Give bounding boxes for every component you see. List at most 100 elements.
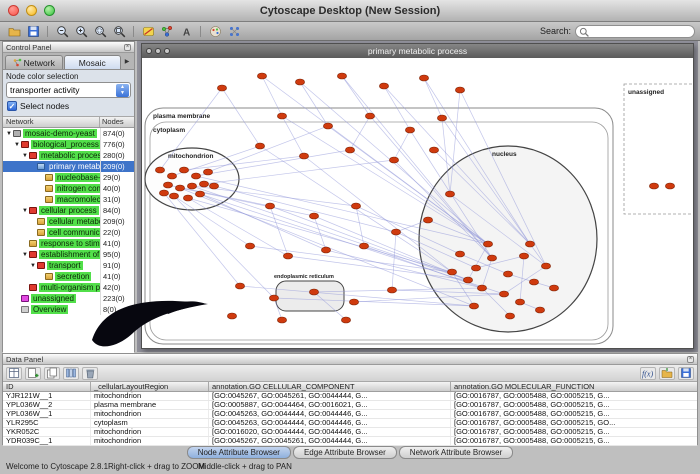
graph-node[interactable] xyxy=(345,147,354,153)
graph-node[interactable] xyxy=(227,313,236,319)
graph-node[interactable] xyxy=(429,147,438,153)
expander-icon[interactable]: ▼ xyxy=(13,142,21,148)
graph-node[interactable] xyxy=(309,213,318,219)
graph-node[interactable] xyxy=(389,157,398,163)
save-session-button[interactable] xyxy=(24,24,42,39)
select-attributes-button[interactable] xyxy=(6,367,22,380)
layout-button[interactable] xyxy=(225,24,243,39)
graph-node[interactable] xyxy=(245,243,254,249)
graph-node[interactable] xyxy=(277,317,286,323)
graph-node[interactable] xyxy=(209,183,218,189)
graph-node[interactable] xyxy=(179,167,188,173)
tree-item[interactable]: ▼establishment of l95(0) xyxy=(3,249,134,260)
graph-edge[interactable] xyxy=(350,116,370,150)
search-box[interactable] xyxy=(575,25,695,38)
tree-item[interactable]: macromolecule m31(0) xyxy=(3,194,134,205)
network-view-window[interactable]: primary metabolic process plasma membran… xyxy=(141,43,694,349)
graph-node[interactable] xyxy=(183,195,192,201)
graph-node[interactable] xyxy=(217,85,226,91)
graph-node[interactable] xyxy=(665,183,674,189)
graph-node[interactable] xyxy=(471,265,480,271)
column-header-region[interactable]: _cellularLayoutRegion xyxy=(91,382,209,391)
graph-node[interactable] xyxy=(405,127,414,133)
tab-network-attribute-browser[interactable]: Network Attribute Browser xyxy=(399,446,513,459)
zoom-fit-content-button[interactable] xyxy=(110,24,128,39)
graph-edge[interactable] xyxy=(222,88,260,146)
graph-node[interactable] xyxy=(503,271,512,277)
graph-node[interactable] xyxy=(649,183,658,189)
graph-node[interactable] xyxy=(199,181,208,187)
graph-node[interactable] xyxy=(549,285,558,291)
graph-node[interactable] xyxy=(437,115,446,121)
zoom-window-button[interactable] xyxy=(44,5,55,16)
open-session-button[interactable] xyxy=(5,24,23,39)
save-attributes-button[interactable] xyxy=(678,367,694,380)
graph-node[interactable] xyxy=(295,79,304,85)
network-window-titlebar[interactable]: primary metabolic process xyxy=(142,44,693,58)
graph-node[interactable] xyxy=(341,317,350,323)
table-row[interactable]: YJR121W__1mitochondrion[GO:0045267, GO:0… xyxy=(3,392,697,401)
tab-node-attribute-browser[interactable]: Node Attribute Browser xyxy=(187,446,291,459)
minimize-window-button[interactable] xyxy=(26,5,37,16)
graph-node[interactable] xyxy=(163,182,172,188)
graph-node[interactable] xyxy=(187,183,196,189)
graph-edge[interactable] xyxy=(214,186,396,232)
new-network-from-selection-button[interactable] xyxy=(158,24,176,39)
graph-node[interactable] xyxy=(167,173,176,179)
tree-item[interactable]: ▼cellular process84(0) xyxy=(3,205,134,216)
graph-node[interactable] xyxy=(195,191,204,197)
graph-node[interactable] xyxy=(455,251,464,257)
graph-node[interactable] xyxy=(505,313,514,319)
graph-node[interactable] xyxy=(463,277,472,283)
graph-node[interactable] xyxy=(423,217,432,223)
graph-node[interactable] xyxy=(445,191,454,197)
tree-item[interactable]: ▼mosaic-demo-yeast874(0) xyxy=(3,128,134,139)
network-window-maximize-button[interactable] xyxy=(164,48,170,54)
control-panel-close-button[interactable]: × xyxy=(124,44,131,51)
tree-item[interactable]: ▼biological_process776(0) xyxy=(3,139,134,150)
graph-node[interactable] xyxy=(337,73,346,79)
close-window-button[interactable] xyxy=(8,5,19,16)
graph-node[interactable] xyxy=(519,253,528,259)
tab-mosaic[interactable]: Mosaic xyxy=(64,55,122,69)
expander-icon[interactable]: ▼ xyxy=(29,263,37,269)
graph-edge[interactable] xyxy=(314,216,326,250)
graph-node[interactable] xyxy=(169,193,178,199)
tree-item[interactable]: nitrogen compou40(0) xyxy=(3,183,134,194)
graph-edge[interactable] xyxy=(424,78,442,118)
network-window-close-button[interactable] xyxy=(146,48,152,54)
copy-attributes-button[interactable] xyxy=(44,367,60,380)
graph-node[interactable] xyxy=(321,247,330,253)
expander-icon[interactable]: ▼ xyxy=(5,131,13,137)
hide-selected-button[interactable] xyxy=(139,24,157,39)
graph-node[interactable] xyxy=(529,279,538,285)
birds-eye-overview[interactable] xyxy=(84,288,214,358)
expander-icon[interactable]: ▼ xyxy=(21,252,29,258)
graph-node[interactable] xyxy=(419,75,428,81)
vizmapper-button[interactable] xyxy=(206,24,224,39)
expander-icon[interactable]: ▼ xyxy=(21,208,29,214)
table-row[interactable]: YKR052Cmitochondrion[GO:0016020, GO:0044… xyxy=(3,428,697,437)
tree-item[interactable]: cellular metaboli209(0) xyxy=(3,216,134,227)
graph-node[interactable] xyxy=(175,185,184,191)
tab-scroll-right-button[interactable]: ▶ xyxy=(122,55,132,69)
import-attributes-button[interactable] xyxy=(659,367,675,380)
graph-node[interactable] xyxy=(477,285,486,291)
node-color-combobox[interactable]: transporter activity ▲▼ xyxy=(6,82,131,98)
select-nodes-checkbox[interactable]: ✓ xyxy=(7,101,17,111)
graph-node[interactable] xyxy=(299,153,308,159)
column-header-molecular-function[interactable]: annotation.GO MOLECULAR_FUNCTION xyxy=(451,382,697,391)
graph-node[interactable] xyxy=(455,87,464,93)
graph-node[interactable] xyxy=(535,307,544,313)
graph-node[interactable] xyxy=(387,287,396,293)
column-header-id[interactable]: ID xyxy=(3,382,91,391)
table-row[interactable]: YLR295Ccytoplasm[GO:0045263, GO:0044444,… xyxy=(3,419,697,428)
column-header-cellular-component[interactable]: annotation.GO CELLULAR_COMPONENT xyxy=(209,382,451,391)
zoom-out-button[interactable] xyxy=(53,24,71,39)
search-input[interactable] xyxy=(591,26,687,36)
graph-node[interactable] xyxy=(447,269,456,275)
graph-node[interactable] xyxy=(155,167,164,173)
table-row[interactable]: YPL036W__2plasma membrane[GO:0005887, GO… xyxy=(3,401,697,410)
graph-node[interactable] xyxy=(525,241,534,247)
zoom-in-button[interactable] xyxy=(72,24,90,39)
